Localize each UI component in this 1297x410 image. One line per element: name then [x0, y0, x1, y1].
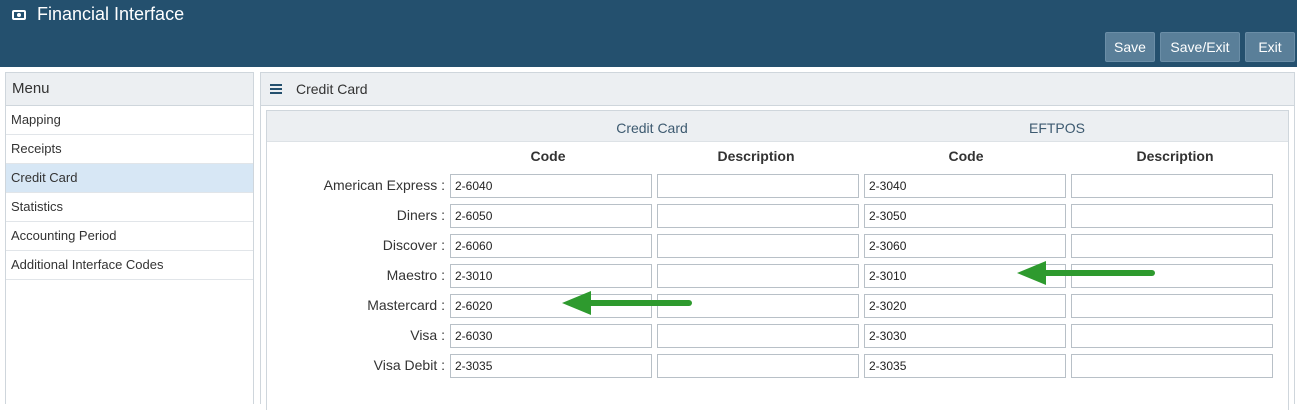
eft-code-input[interactable] — [864, 324, 1066, 348]
sidebar-item-accounting-period[interactable]: Accounting Period — [6, 222, 253, 251]
row-label: Maestro : — [386, 267, 445, 283]
cc-description-input[interactable] — [657, 234, 859, 258]
sidebar-item-receipts[interactable]: Receipts — [6, 135, 253, 164]
sidebar-menu: Menu Mapping Receipts Credit Card Statis… — [5, 72, 254, 404]
row-label: Visa Debit : — [373, 357, 445, 373]
column-header-eft-description: Description — [1136, 148, 1214, 164]
cc-code-input[interactable] — [450, 264, 652, 288]
row-label: Mastercard : — [367, 297, 445, 313]
group-label-credit-card: Credit Card — [616, 120, 688, 136]
sidebar-item-credit-card[interactable]: Credit Card — [6, 164, 253, 193]
page-title: Credit Card — [296, 81, 368, 97]
cc-description-input[interactable] — [657, 264, 859, 288]
eft-description-input[interactable] — [1071, 204, 1273, 228]
green-arrow-annotation-right — [1017, 261, 1155, 285]
sidebar-item-mapping[interactable]: Mapping — [6, 106, 253, 135]
group-label-eftpos: EFTPOS — [1028, 120, 1085, 136]
cc-description-input[interactable] — [657, 174, 859, 198]
row-label: Diners : — [396, 207, 445, 223]
eft-code-input[interactable] — [864, 294, 1066, 318]
column-header-eft-code: Code — [948, 148, 984, 164]
eft-code-input[interactable] — [864, 174, 1066, 198]
cc-code-input[interactable] — [450, 204, 652, 228]
hamburger-menu-icon[interactable] — [270, 84, 282, 94]
title-bar: Financial Interface Save Save/Exit Exit — [0, 0, 1297, 67]
money-icon — [12, 9, 26, 20]
save-exit-button[interactable]: Save/Exit — [1160, 32, 1240, 62]
sidebar-item-statistics[interactable]: Statistics — [6, 193, 253, 222]
cc-description-input[interactable] — [657, 204, 859, 228]
exit-button[interactable]: Exit — [1245, 32, 1295, 62]
eft-code-input[interactable] — [864, 234, 1066, 258]
column-header-cc-description: Description — [717, 148, 795, 164]
cc-code-input[interactable] — [450, 354, 652, 378]
page-header: Credit Card — [261, 73, 1294, 106]
eft-description-input[interactable] — [1071, 324, 1273, 348]
panel-group-header: Credit Card EFTPOS — [267, 111, 1288, 142]
column-header-cc-code: Code — [530, 148, 566, 164]
cc-code-input[interactable] — [450, 234, 652, 258]
cc-code-input[interactable] — [450, 174, 652, 198]
eft-code-input[interactable] — [864, 204, 1066, 228]
eft-description-input[interactable] — [1071, 354, 1273, 378]
row-label: Discover : — [382, 237, 445, 253]
eft-description-input[interactable] — [1071, 234, 1273, 258]
row-label: American Express : — [323, 177, 445, 193]
cc-description-input[interactable] — [657, 324, 859, 348]
row-label: Visa : — [410, 327, 445, 343]
cc-code-input[interactable] — [450, 324, 652, 348]
eft-code-input[interactable] — [864, 354, 1066, 378]
green-arrow-annotation-left — [562, 291, 692, 315]
app-title: Financial Interface — [12, 4, 184, 25]
main-content: Credit Card Credit Card EFTPOS Code Desc… — [260, 72, 1295, 410]
save-button[interactable]: Save — [1105, 32, 1155, 62]
eft-description-input[interactable] — [1071, 294, 1273, 318]
sidebar-header: Menu — [6, 73, 253, 106]
cc-description-input[interactable] — [657, 354, 859, 378]
app-title-text: Financial Interface — [37, 4, 185, 24]
credit-card-panel: Credit Card EFTPOS Code Description Code… — [266, 110, 1289, 410]
sidebar-item-additional-interface-codes[interactable]: Additional Interface Codes — [6, 251, 253, 280]
eft-description-input[interactable] — [1071, 174, 1273, 198]
